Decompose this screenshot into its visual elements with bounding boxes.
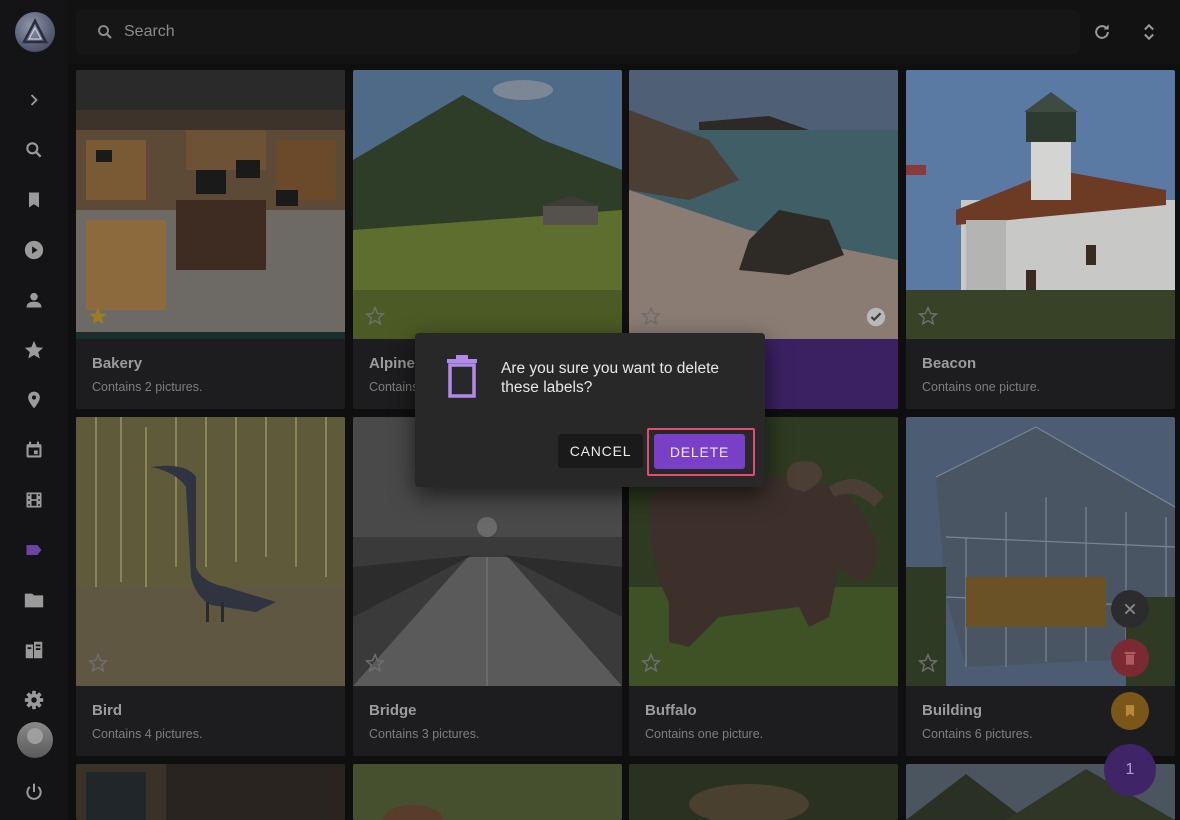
bookmark-icon	[29, 192, 39, 208]
app-logo[interactable]	[15, 12, 55, 52]
sidebar-item-moments[interactable]	[19, 485, 49, 515]
label-title: Bridge	[369, 702, 417, 719]
refresh-icon	[1095, 24, 1109, 39]
app-window: Bakery Contains 2 pictures. Alpine Conta…	[0, 0, 1180, 820]
close-icon	[1124, 603, 1136, 615]
label-subtitle: Contains	[369, 380, 419, 394]
label-title: Beacon	[922, 355, 977, 372]
sidebar-item-settings[interactable]	[19, 685, 49, 715]
dialog-message: Are you sure you want to delete these la…	[501, 360, 719, 396]
label-thumbnail[interactable]	[76, 417, 345, 686]
sidebar-item-folders[interactable]	[19, 585, 49, 615]
label-thumbnail[interactable]	[76, 70, 345, 339]
label-title: Buffalo	[645, 702, 697, 719]
label-card-bakery[interactable]: Bakery Contains 2 pictures.	[76, 70, 345, 409]
sidebar-item-videos[interactable]	[19, 235, 49, 265]
label-thumbnail[interactable]	[629, 70, 898, 339]
delete-button[interactable]: DELETE	[654, 434, 745, 469]
chevron-right-icon	[30, 94, 38, 106]
favorite-star-icon[interactable]	[365, 653, 385, 673]
gear-icon	[24, 690, 44, 710]
delete-selection-button[interactable]	[1111, 639, 1149, 677]
toolbar	[68, 0, 1180, 64]
selected-check-icon[interactable]	[865, 306, 887, 328]
add-to-album-button[interactable]	[1111, 692, 1149, 730]
folder-icon	[24, 593, 44, 608]
sidebar-item-favorites[interactable]	[19, 335, 49, 365]
search-box	[76, 9, 1080, 55]
clear-selection-button[interactable]	[1111, 590, 1149, 628]
calendar-icon	[26, 441, 42, 458]
label-title: Building	[922, 702, 982, 719]
sidebar-item-labels[interactable]	[19, 535, 49, 565]
expand-collapse-button[interactable]	[1137, 20, 1161, 44]
favorite-star-icon[interactable]	[88, 306, 108, 326]
label-subtitle: Contains one picture.	[922, 380, 1041, 394]
label-subtitle: Contains 4 pictures.	[92, 727, 203, 741]
label-title: Alpine	[369, 355, 415, 372]
search-icon	[26, 142, 42, 158]
refresh-button[interactable]	[1090, 20, 1114, 44]
sidebar-item-library[interactable]	[19, 635, 49, 665]
favorite-star-icon[interactable]	[641, 306, 661, 326]
label-icon	[26, 545, 42, 555]
sidebar-item-search[interactable]	[19, 135, 49, 165]
label-title: Bakery	[92, 355, 143, 372]
favorite-star-icon[interactable]	[88, 653, 108, 673]
label-thumbnail[interactable]	[353, 70, 622, 339]
label-card-partial[interactable]	[353, 764, 622, 820]
label-thumbnail[interactable]	[629, 764, 898, 820]
label-subtitle: Contains 3 pictures.	[369, 727, 480, 741]
label-thumbnail[interactable]	[353, 764, 622, 820]
bookmark-icon	[1125, 705, 1135, 717]
label-card-bird[interactable]: Bird Contains 4 pictures.	[76, 417, 345, 756]
delete-confirmation-dialog: Are you sure you want to delete these la…	[415, 333, 765, 487]
favorite-star-icon[interactable]	[365, 306, 385, 326]
user-avatar[interactable]	[17, 722, 53, 758]
location-pin-icon	[28, 391, 40, 409]
sidebar-item-albums[interactable]	[19, 185, 49, 215]
sidebar-item-people[interactable]	[19, 285, 49, 315]
trash-icon	[447, 355, 477, 398]
favorite-star-icon[interactable]	[918, 306, 938, 326]
label-subtitle: Contains 2 pictures.	[92, 380, 203, 394]
label-subtitle: Contains one picture.	[645, 727, 764, 741]
sidebar	[0, 0, 68, 820]
label-card-partial[interactable]	[629, 764, 898, 820]
unfold-icon	[1144, 23, 1154, 41]
favorite-star-icon[interactable]	[918, 653, 938, 673]
library-icon	[25, 641, 43, 659]
logout-button[interactable]	[19, 777, 49, 807]
person-icon	[26, 292, 42, 308]
search-input[interactable]	[124, 21, 1024, 43]
star-icon	[24, 340, 44, 359]
label-subtitle: Contains 6 pictures.	[922, 727, 1033, 741]
power-icon	[26, 783, 42, 800]
expand-sidebar-button[interactable]	[19, 85, 49, 115]
label-thumbnail[interactable]	[906, 70, 1175, 339]
search-icon	[98, 25, 112, 39]
label-card-beacon[interactable]: Beacon Contains one picture.	[906, 70, 1175, 409]
favorite-star-icon[interactable]	[641, 653, 661, 673]
sidebar-item-places[interactable]	[19, 385, 49, 415]
selection-count-button[interactable]: 1	[1104, 744, 1156, 796]
play-circle-icon	[24, 240, 44, 260]
sidebar-item-calendar[interactable]	[19, 435, 49, 465]
label-thumbnail[interactable]	[76, 764, 345, 820]
cancel-button[interactable]: CANCEL	[558, 434, 643, 468]
film-icon	[26, 492, 42, 508]
trash-icon	[1124, 652, 1136, 665]
label-title: Bird	[92, 702, 122, 719]
label-card-partial[interactable]	[76, 764, 345, 820]
